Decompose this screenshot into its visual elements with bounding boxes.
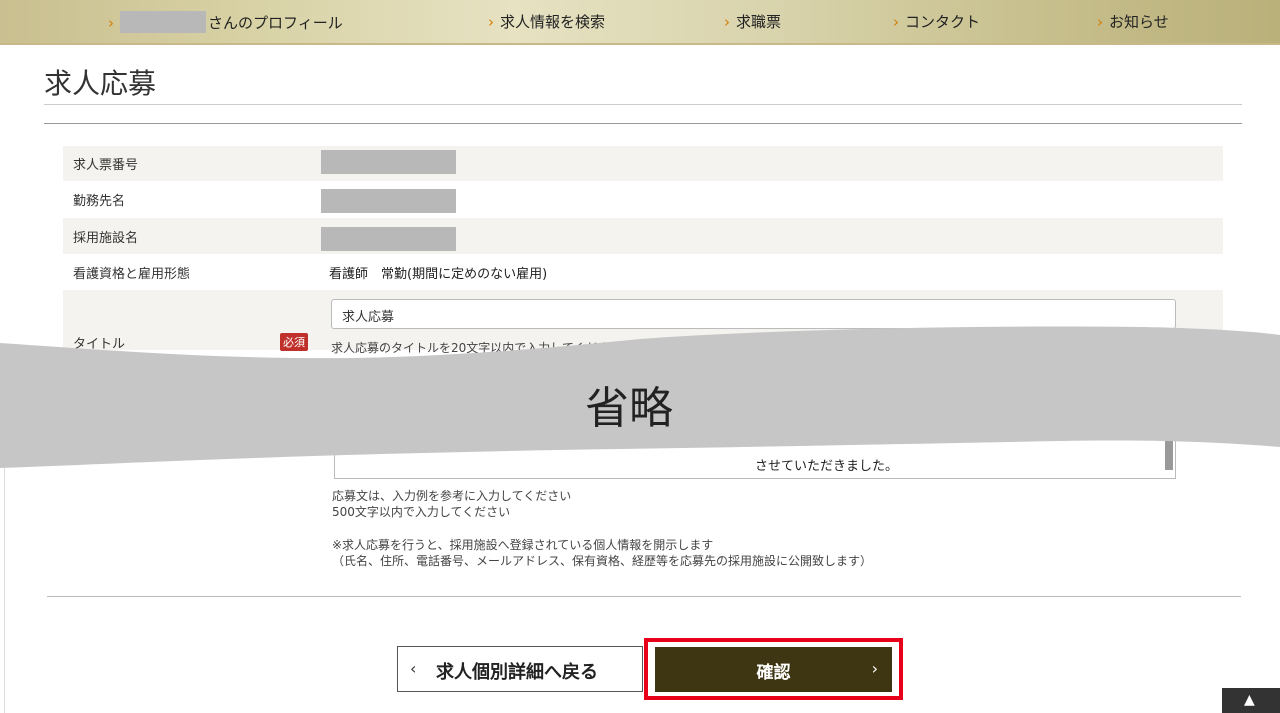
- row-workplace: 勤務先名: [63, 181, 1223, 218]
- divider: [47, 596, 1241, 597]
- nav-contact[interactable]: › コンタクト: [893, 11, 980, 32]
- chevron-right-icon: ›: [893, 13, 899, 31]
- note-line-2: 500文字以内で入力してください: [332, 505, 511, 519]
- chevron-right-icon: ›: [724, 13, 730, 31]
- nav-news[interactable]: › お知らせ: [1097, 11, 1169, 32]
- workplace-label: 勤務先名: [73, 194, 126, 209]
- redacted-facility: [321, 227, 456, 251]
- omitted-label: 省略: [585, 383, 673, 434]
- nav-search[interactable]: › 求人情報を検索: [488, 11, 605, 32]
- row-job-number: 求人票番号: [63, 146, 1223, 181]
- top-navigation: › さんのプロフィール › 求人情報を検索 › 求職票 › コンタクト › お知らせ: [0, 0, 1280, 45]
- qualification-value: 看護師 常勤(期間に定めのない雇用): [329, 267, 548, 282]
- note-line-1: 応募文は、入力例を参考に入力してください: [332, 489, 572, 503]
- confirm-button[interactable]: 確認 ›: [655, 647, 892, 692]
- left-edge-line: [0, 468, 5, 713]
- redacted-user-name: [120, 11, 206, 33]
- back-button[interactable]: ‹ 求人個別詳細へ戻る: [397, 646, 643, 692]
- redacted-workplace: [321, 189, 456, 213]
- chevron-right-icon: ›: [108, 14, 114, 32]
- note-line-3: ※求人応募を行うと、採用施設へ登録されている個人情報を開示します: [332, 538, 714, 552]
- chevron-right-icon: ›: [871, 659, 878, 678]
- nav-jobcard[interactable]: › 求職票: [724, 11, 781, 32]
- divider: [44, 123, 1242, 124]
- row-facility: 採用施設名: [63, 218, 1223, 254]
- redacted-job-number: [321, 150, 456, 174]
- scroll-to-top-button[interactable]: ▲: [1222, 688, 1280, 713]
- chevron-right-icon: ›: [1097, 13, 1103, 31]
- facility-label: 採用施設名: [73, 231, 139, 246]
- nav-profile[interactable]: › さんのプロフィール: [108, 11, 343, 33]
- page-title: 求人応募: [44, 67, 157, 100]
- note-line-4: （氏名、住所、電話番号、メールアドレス、保有資格、経歴等を応募先の採用施設に公開…: [332, 554, 873, 568]
- chevron-up-icon: ▲: [1244, 692, 1255, 708]
- divider: [44, 104, 1242, 105]
- chevron-right-icon: ›: [488, 13, 494, 31]
- job-number-label: 求人票番号: [73, 158, 139, 173]
- row-qualification: 看護資格と雇用形態 看護師 常勤(期間に定めのない雇用): [63, 254, 1223, 290]
- chevron-left-icon: ‹: [410, 659, 417, 678]
- qualification-label: 看護資格と雇用形態: [73, 267, 191, 282]
